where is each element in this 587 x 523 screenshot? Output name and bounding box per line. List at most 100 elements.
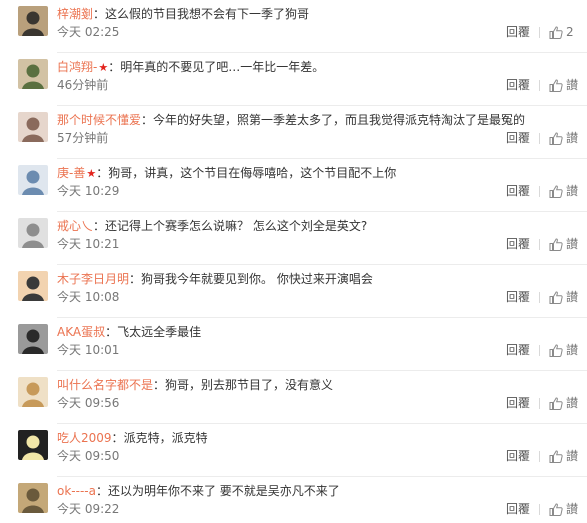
like-button[interactable]: 讃 (549, 289, 578, 305)
colon-separator: ： (93, 219, 106, 233)
action-divider (539, 27, 540, 38)
action-divider (539, 80, 540, 91)
like-button[interactable]: 讃 (549, 501, 578, 517)
comment-line: 梓潮剗：这么假的节目我想不会有下一季了狗哥 (57, 6, 577, 22)
comment-item: 梓潮剗：这么假的节目我想不会有下一季了狗哥 今天 02:25 回覆 2 (0, 0, 587, 53)
comment-item: 白鸿翔-★：明年真的不要见了吧…一年比一年差。 46分钟前 回覆 讃 (0, 53, 587, 106)
avatar-mountain-sky-icon (18, 165, 48, 195)
comment-timestamp: 57分钟前 (57, 131, 109, 145)
thumb-up-icon (549, 25, 563, 39)
colon-separator: ： (108, 60, 121, 74)
thumb-up-icon (549, 184, 563, 198)
action-divider (539, 504, 540, 515)
comment-username[interactable]: 梓潮剗 (57, 7, 93, 21)
avatar-dark-portrait-icon (18, 324, 48, 354)
comment-username[interactable]: 白鸿翔- (57, 60, 97, 74)
comment-item: 木子李日月明：狗哥我今年就要见到你。 你快过来开演唱会 今天 10:08 回覆 讃 (0, 265, 587, 318)
like-button[interactable]: 讃 (549, 130, 578, 146)
reply-button[interactable]: 回覆 (506, 183, 530, 199)
like-button[interactable]: 讃 (549, 395, 578, 411)
like-button[interactable]: 讃 (549, 77, 578, 93)
comment-text: 还记得上个赛季怎么说嘛？ 怎么这个刘全是英文? (105, 219, 368, 233)
reply-button[interactable]: 回覆 (506, 130, 530, 146)
vip-star-icon: ★ (98, 61, 109, 74)
comment-text: 狗哥我今年就要见到你。 你快过来开演唱会 (141, 272, 373, 286)
comment-item: 叫什么名字都不是：狗哥，别去那节目了，没有意义 今天 09:56 回覆 讃 (0, 371, 587, 424)
reply-button[interactable]: 回覆 (506, 501, 530, 517)
like-label: 讃 (566, 237, 579, 251)
comment-item: 庚-善★：狗哥，讲真，这个节目在侮辱嘻哈，这个节目配不上你 今天 10:29 回覆 讃 (0, 159, 587, 212)
comment-line: 吃人2009：派克特，派克特 (57, 430, 577, 446)
like-label: 讃 (566, 449, 579, 463)
like-label: 讃 (566, 343, 579, 357)
action-divider (539, 133, 540, 144)
like-button[interactable]: 讃 (549, 448, 578, 464)
reply-button[interactable]: 回覆 (506, 395, 530, 411)
avatar[interactable] (18, 112, 48, 142)
comment-username[interactable]: 那个时候不懂爱 (57, 113, 141, 127)
comment-timestamp: 今天 09:22 (57, 502, 120, 516)
comment-username[interactable]: AKA蛋叔 (57, 325, 105, 339)
reply-button[interactable]: 回覆 (506, 289, 530, 305)
comment-text: 狗哥，别去那节目了，没有意义 (165, 378, 334, 392)
like-label: 讃 (566, 184, 579, 198)
comment-username[interactable]: 庚-善 (57, 166, 85, 180)
action-divider (539, 292, 540, 303)
reply-button[interactable]: 回覆 (506, 236, 530, 252)
comment-item: 戒心乀：还记得上个赛季怎么说嘛？ 怎么这个刘全是英文? 今天 10:21 回覆 讃 (0, 212, 587, 265)
avatar[interactable] (18, 271, 48, 301)
comment-timestamp: 今天 10:01 (57, 343, 120, 357)
avatar[interactable] (18, 6, 48, 36)
colon-separator: ： (96, 166, 109, 180)
colon-separator: ： (95, 484, 108, 498)
avatar-dark-portrait-icon (18, 6, 48, 36)
like-button[interactable]: 讃 (549, 236, 578, 252)
like-button[interactable]: 讃 (549, 183, 578, 199)
avatar-gray-figure-icon (18, 218, 48, 248)
comment-username[interactable]: 吃人2009 (57, 431, 112, 445)
comment-line: 叫什么名字都不是：狗哥，别去那节目了，没有意义 (57, 377, 577, 393)
colon-separator: ： (105, 325, 118, 339)
comment-item: AKA蛋叔：飞太远全季最佳 今天 10:01 回覆 讃 (0, 318, 587, 371)
comment-timestamp: 今天 10:29 (57, 184, 120, 198)
avatar[interactable] (18, 218, 48, 248)
thumb-up-icon (549, 78, 563, 92)
reply-button[interactable]: 回覆 (506, 24, 530, 40)
thumb-up-icon (549, 449, 563, 463)
like-button[interactable]: 讃 (549, 342, 578, 358)
like-label: 讃 (566, 290, 579, 304)
comment-text: 明年真的不要见了吧…一年比一年差。 (120, 60, 325, 74)
colon-separator: ： (153, 378, 166, 392)
avatar[interactable] (18, 324, 48, 354)
comment-username[interactable]: ok----a (57, 484, 96, 498)
reply-button[interactable]: 回覆 (506, 77, 530, 93)
avatar[interactable] (18, 483, 48, 513)
avatar[interactable] (18, 165, 48, 195)
reply-button[interactable]: 回覆 (506, 448, 530, 464)
comment-text: 还以为明年你不来了 要不就是吴亦凡不来了 (107, 484, 340, 498)
comment-item: ok----a：还以为明年你不来了 要不就是吴亦凡不来了 今天 09:22 回覆 讃 (0, 477, 587, 523)
comment-line: 戒心乀：还记得上个赛季怎么说嘛？ 怎么这个刘全是英文? (57, 218, 577, 234)
comment-username[interactable]: 木子李日月明 (57, 272, 129, 286)
avatar[interactable] (18, 377, 48, 407)
avatar-corridor-photo-icon (18, 483, 48, 513)
reply-button[interactable]: 回覆 (506, 342, 530, 358)
avatar-cartoon-bird-icon (18, 430, 48, 460)
comment-text: 今年的好失望，照第一季差太多了，而且我觉得派克特淘汰了是最冤的 (153, 113, 526, 127)
thumb-up-icon (549, 131, 563, 145)
thumb-up-icon (549, 237, 563, 251)
comment-username[interactable]: 戒心乀 (57, 219, 93, 233)
comment-line: ok----a：还以为明年你不来了 要不就是吴亦凡不来了 (57, 483, 577, 499)
comment-text: 狗哥，讲真，这个节目在侮辱嘻哈，这个节目配不上你 (108, 166, 397, 180)
avatar[interactable] (18, 59, 48, 89)
avatar[interactable] (18, 430, 48, 460)
comment-timestamp: 今天 09:50 (57, 449, 120, 463)
like-label: 讃 (566, 502, 579, 516)
like-label: 讃 (566, 396, 579, 410)
like-label: 2 (566, 25, 574, 39)
comment-username[interactable]: 叫什么名字都不是 (57, 378, 153, 392)
comment-text: 这么假的节目我想不会有下一季了狗哥 (105, 7, 310, 21)
like-button[interactable]: 2 (549, 24, 574, 40)
colon-separator: ： (141, 113, 154, 127)
comment-list: 梓潮剗：这么假的节目我想不会有下一季了狗哥 今天 02:25 回覆 2 白鸿翔-★：明年… (0, 0, 587, 523)
